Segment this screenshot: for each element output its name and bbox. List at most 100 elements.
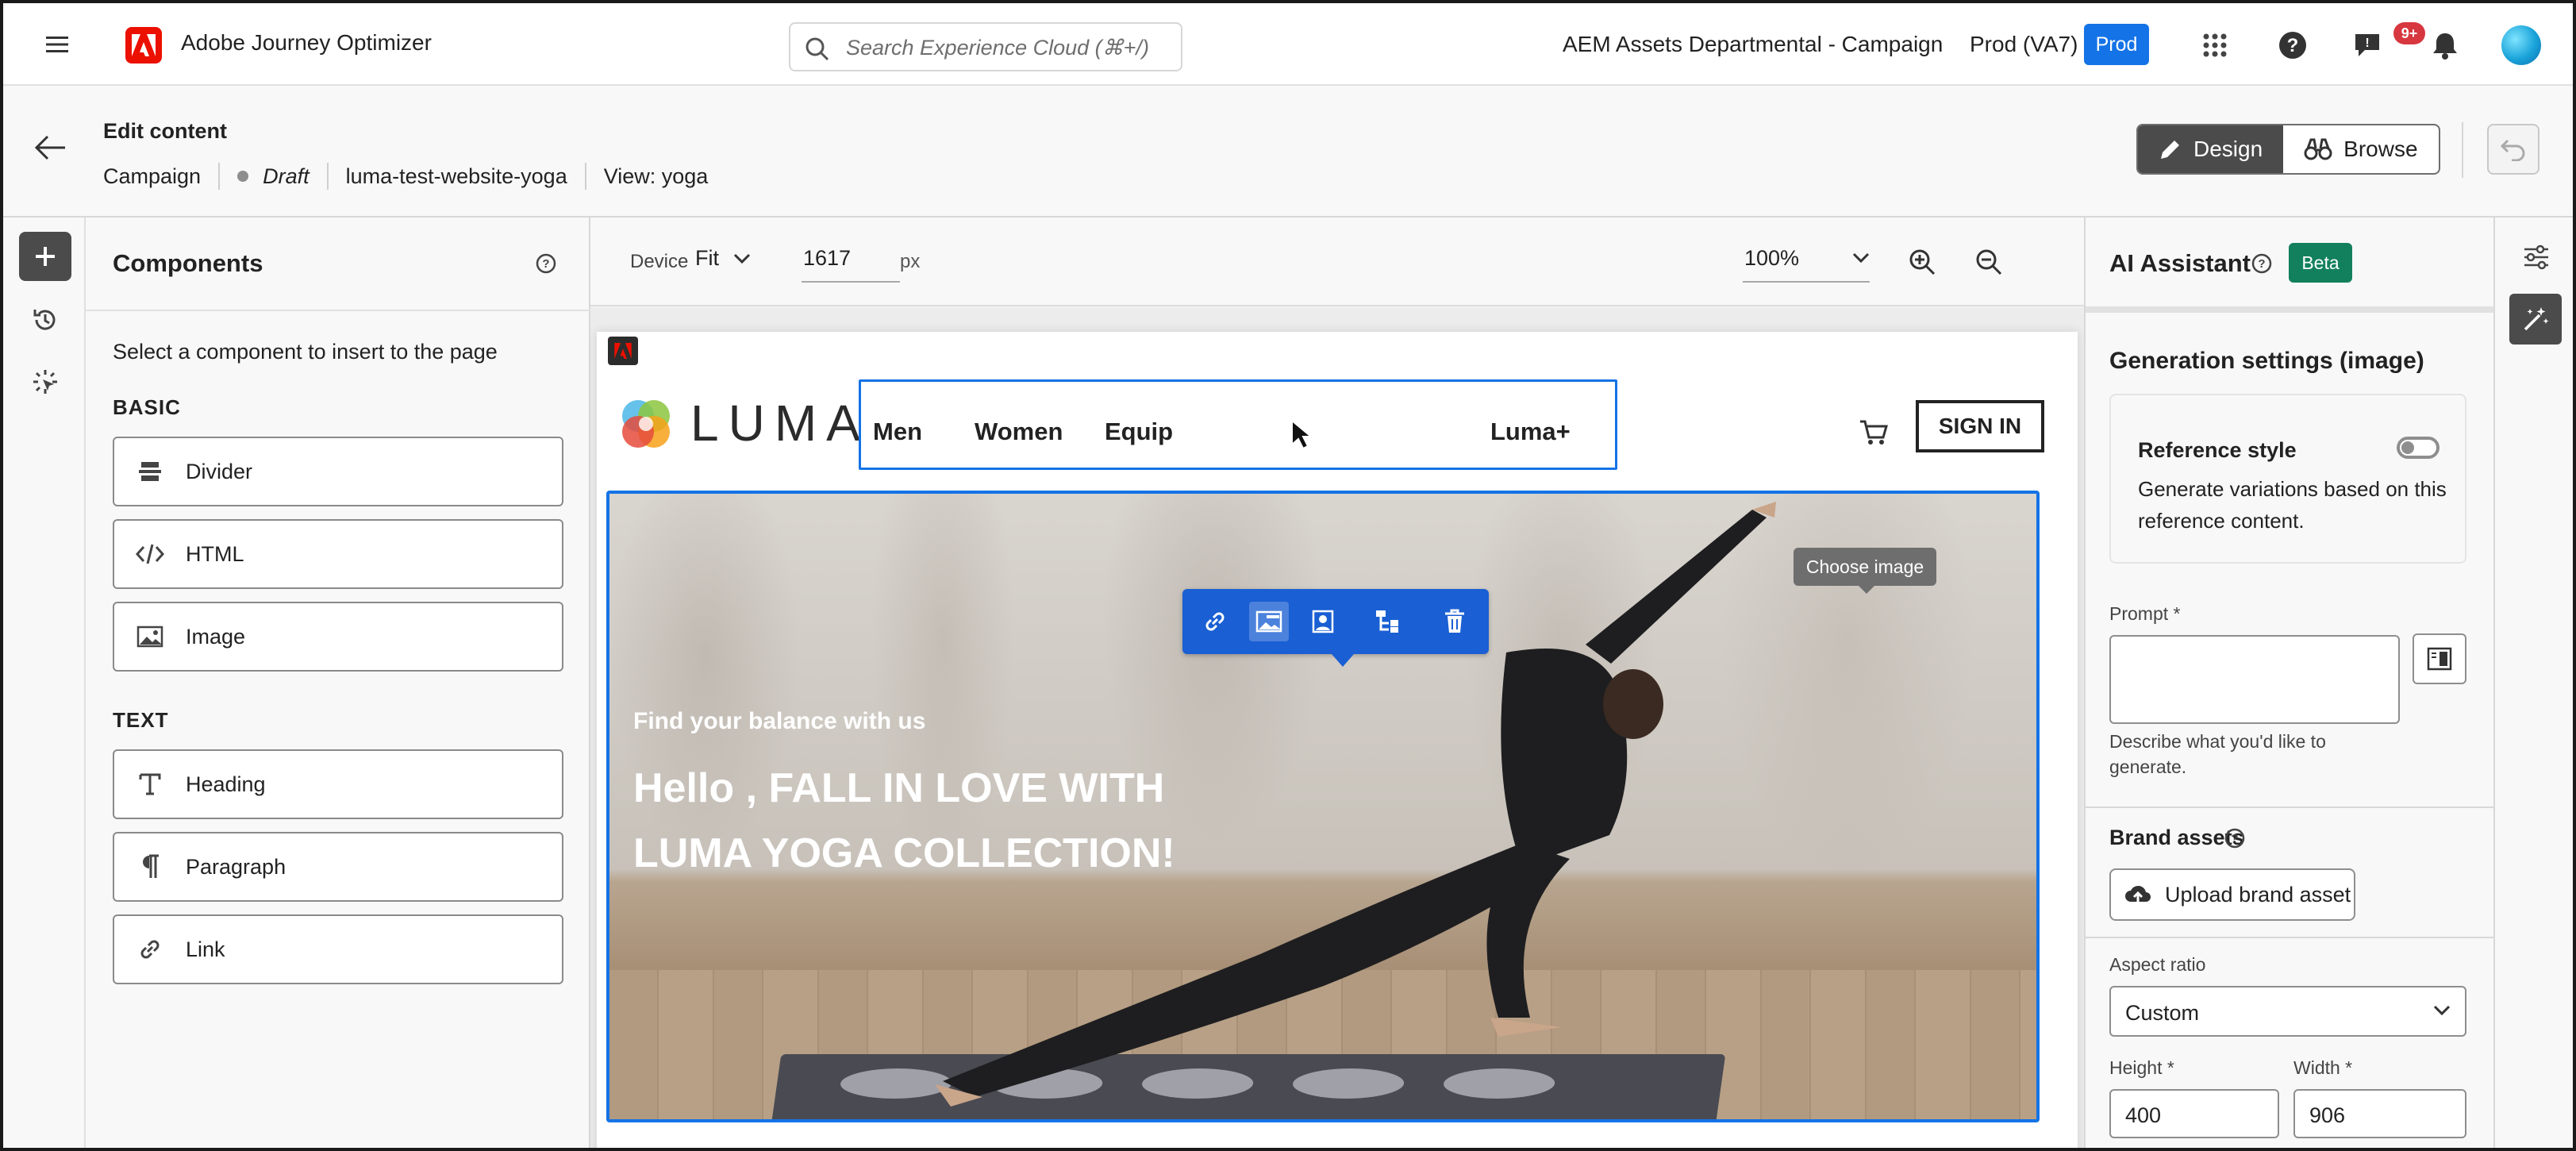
selection-toolbar-pointer <box>1332 654 1354 667</box>
page-title: Edit content <box>103 119 227 143</box>
breadcrumb: Campaign Draft luma-test-website-yoga Vi… <box>103 162 708 191</box>
height-input[interactable]: 400 <box>2109 1089 2279 1138</box>
menu-icon[interactable] <box>41 29 73 60</box>
chevron-down-icon <box>1852 252 1870 264</box>
top-bar: Adobe Journey Optimizer Search Experienc… <box>3 3 2573 86</box>
breadcrumb-divider <box>584 163 586 190</box>
prompt-textarea[interactable] <box>2109 635 2400 724</box>
component-link[interactable]: Link <box>113 914 563 984</box>
help-circle-icon[interactable]: ? <box>535 252 557 275</box>
browse-mode-button[interactable]: Browse <box>2283 125 2438 173</box>
reference-style-toggle[interactable] <box>2397 437 2440 459</box>
help-icon[interactable]: ? <box>2274 27 2311 64</box>
device-label: Device <box>630 251 689 272</box>
adobe-marker-icon[interactable] <box>608 337 638 365</box>
undo-button[interactable] <box>2487 124 2539 175</box>
app-name[interactable]: Adobe Journey Optimizer <box>181 30 432 56</box>
height-label: Height * <box>2109 1057 2174 1078</box>
search-input[interactable]: Search Experience Cloud (⌘+/) <box>789 22 1182 71</box>
width-field[interactable]: 906 <box>2293 1089 2466 1138</box>
zoom-select[interactable]: 100% <box>1743 237 1870 283</box>
adobe-logo-icon[interactable] <box>125 27 162 64</box>
environment-label[interactable]: Prod (VA7) <box>1970 32 2078 57</box>
select-element-icon[interactable] <box>27 364 63 400</box>
divider-icon <box>132 460 168 483</box>
browse-mode-label: Browse <box>2343 137 2418 161</box>
replace-asset-icon[interactable] <box>1303 602 1343 641</box>
device-value: Fit <box>695 246 719 270</box>
component-divider[interactable]: Divider <box>113 437 563 506</box>
toolbar-divider <box>2462 122 2463 178</box>
zoom-out-icon[interactable] <box>1971 244 2006 279</box>
luma-logo-text[interactable]: LUMA <box>690 394 870 452</box>
delete-icon[interactable] <box>1435 602 1474 641</box>
nav-item-men[interactable]: Men <box>873 418 922 446</box>
luma-logo-icon[interactable] <box>617 395 675 452</box>
beta-badge: Beta <box>2289 243 2352 283</box>
components-description: Select a component to insert to the page <box>113 340 498 364</box>
section-label-text: TEXT <box>113 708 169 732</box>
heading-icon <box>132 772 168 796</box>
component-label: Divider <box>186 459 253 483</box>
component-label: Link <box>186 937 225 961</box>
pencil-icon <box>2161 141 2179 159</box>
choose-image-icon[interactable] <box>1249 602 1289 641</box>
content-header: Edit content Campaign Draft luma-test-we… <box>3 86 2573 217</box>
zoom-value: 100% <box>1744 246 1800 270</box>
svg-text:?: ? <box>2231 832 2238 845</box>
breadcrumb-campaign[interactable]: Campaign <box>103 164 201 189</box>
feedback-icon[interactable]: ! <box>2349 27 2386 64</box>
aspect-ratio-value: Custom <box>2125 1001 2200 1025</box>
reference-style-title: Reference style <box>2138 438 2297 462</box>
link-icon <box>132 937 168 962</box>
link-icon[interactable] <box>1195 602 1235 641</box>
help-circle-icon[interactable]: ? <box>2251 252 2273 275</box>
panel-divider <box>2086 806 2495 808</box>
design-mode-button[interactable]: Design <box>2138 125 2284 173</box>
org-switcher[interactable]: AEM Assets Departmental - Campaign <box>1563 32 1943 57</box>
device-select[interactable]: Fit <box>695 246 751 271</box>
undo-icon <box>2500 139 2525 161</box>
aspect-ratio-select[interactable]: Custom <box>2109 986 2466 1037</box>
prompt-library-button[interactable] <box>2413 633 2466 684</box>
component-heading[interactable]: Heading <box>113 749 563 819</box>
panel-divider <box>86 310 590 311</box>
ai-assistant-title: AI Assistant <box>2109 249 2251 277</box>
app-window: Adobe Journey Optimizer Search Experienc… <box>0 0 2576 1151</box>
cart-icon[interactable] <box>1859 419 1889 446</box>
component-label: Paragraph <box>186 854 286 879</box>
component-image[interactable]: Image <box>113 602 563 672</box>
status-badge: Draft <box>263 164 310 188</box>
zoom-in-icon[interactable] <box>1905 244 1940 279</box>
ai-magic-wand-icon[interactable] <box>2509 294 2562 345</box>
page-preview: LUMA Men Women Equip Luma+ SIGN IN Find … <box>590 308 2084 1148</box>
nav-item-equip[interactable]: Equip <box>1105 418 1173 446</box>
back-arrow-icon[interactable] <box>35 135 67 160</box>
site-header: LUMA Men Women Equip Luma+ SIGN IN <box>597 356 2078 483</box>
app-switcher-icon[interactable] <box>2197 27 2233 64</box>
history-icon[interactable] <box>27 302 63 338</box>
select-parent-icon[interactable] <box>1368 602 1408 641</box>
component-html[interactable]: HTML <box>113 519 563 589</box>
nav-item-luma-plus[interactable]: Luma+ <box>1490 418 1571 446</box>
component-label: HTML <box>186 541 244 566</box>
nav-item-women[interactable]: Women <box>975 418 1063 446</box>
search-icon <box>805 37 830 62</box>
canvas-toolbar: Device Fit 1617 px 100% <box>590 217 2084 306</box>
properties-sliders-icon[interactable] <box>2516 237 2557 278</box>
prompt-help-text: Describe what you'd like to generate. <box>2109 731 2326 777</box>
panel-divider <box>2086 306 2495 313</box>
cloud-upload-icon <box>2125 885 2151 903</box>
environment-badge[interactable]: Prod <box>2084 24 2149 65</box>
width-input[interactable]: 1617 <box>802 237 900 283</box>
aspect-ratio-label: Aspect ratio <box>2109 954 2206 975</box>
binoculars-icon <box>2304 138 2332 160</box>
avatar[interactable] <box>2501 25 2541 65</box>
add-component-button[interactable] <box>19 232 71 281</box>
breadcrumb-divider <box>326 163 329 190</box>
help-circle-icon[interactable]: ? <box>2224 827 2246 849</box>
sign-in-button[interactable]: SIGN IN <box>1916 400 2044 452</box>
bell-icon[interactable] <box>2427 27 2463 64</box>
upload-brand-asset-button[interactable]: Upload brand asset <box>2109 868 2355 921</box>
component-paragraph[interactable]: Paragraph <box>113 832 563 902</box>
